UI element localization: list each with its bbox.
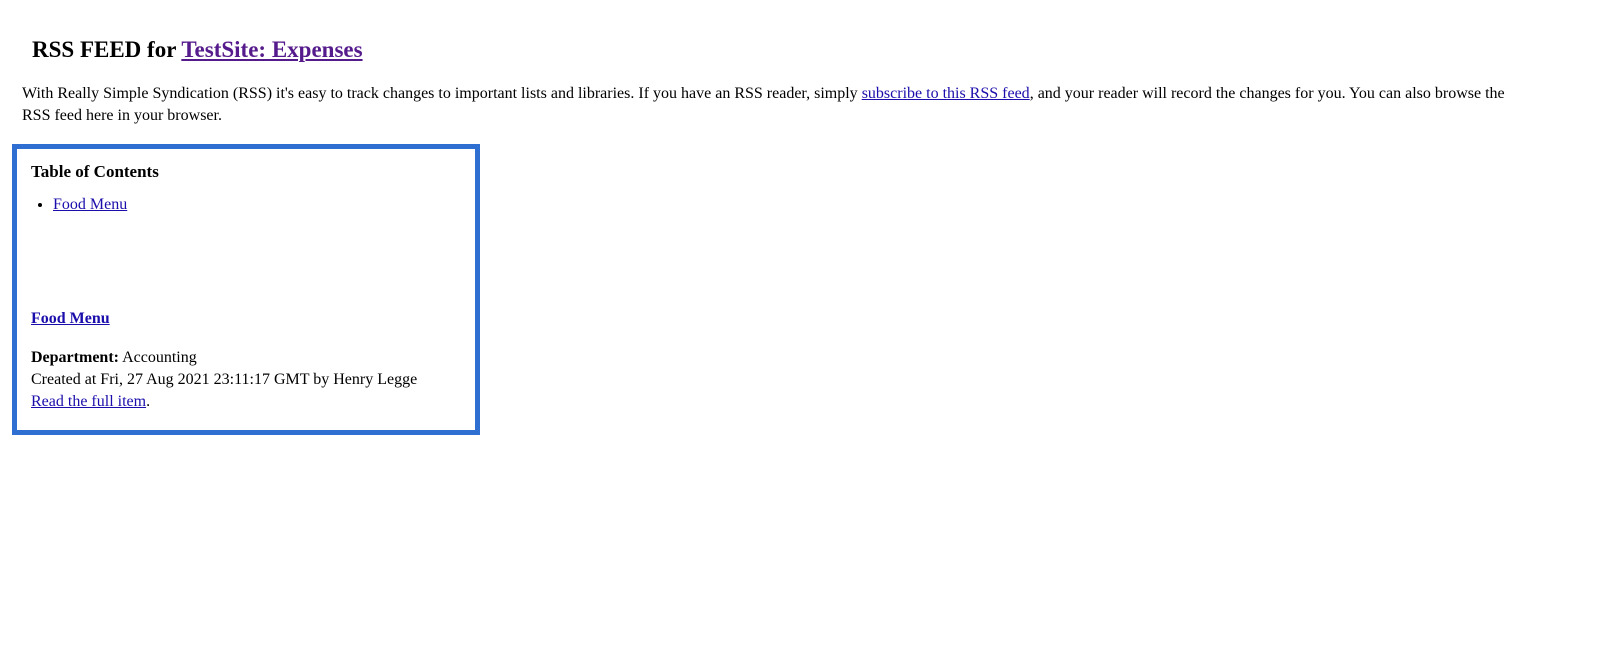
toc-link-food-menu[interactable]: Food Menu (53, 196, 127, 213)
toc-list: Food Menu (53, 194, 461, 216)
content-highlight-box: Table of Contents Food Menu Food Menu De… (12, 144, 480, 435)
page-title: RSS FEED for TestSite: Expenses (32, 34, 1578, 65)
read-full-item-link[interactable]: Read the full item (31, 393, 146, 410)
item-title-link[interactable]: Food Menu (31, 310, 110, 327)
toc-title: Table of Contents (31, 161, 461, 184)
heading-prefix: RSS FEED for (32, 37, 181, 62)
item-title: Food Menu (31, 308, 461, 330)
item-body: Department: Accounting Created at Fri, 2… (31, 347, 461, 412)
department-label: Department: (31, 349, 119, 366)
period: . (146, 393, 150, 410)
created-line: Created at Fri, 27 Aug 2021 23:11:17 GMT… (31, 371, 417, 388)
intro-paragraph: With Really Simple Syndication (RSS) it'… (22, 83, 1518, 126)
subscribe-link[interactable]: subscribe to this RSS feed (862, 85, 1030, 102)
intro-text-1: With Really Simple Syndication (RSS) it'… (22, 85, 862, 102)
department-value: Accounting (119, 349, 197, 366)
toc-item: Food Menu (53, 194, 461, 216)
spacer (31, 220, 461, 308)
heading-link[interactable]: TestSite: Expenses (181, 37, 362, 62)
